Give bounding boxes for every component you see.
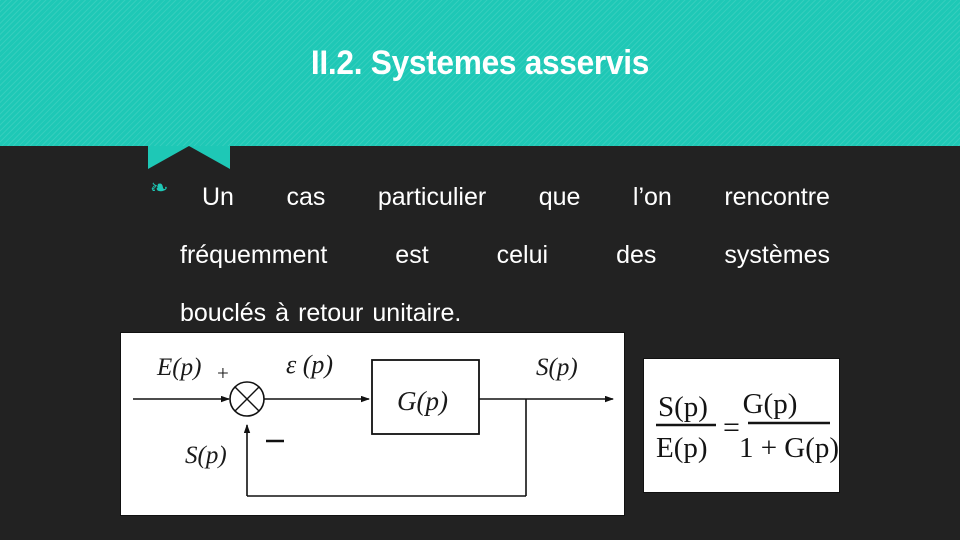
- diagram-feedback-label: S(p): [185, 442, 227, 469]
- formula-rhs-denominator: 1 + G(p): [739, 432, 839, 464]
- word: cas: [286, 183, 326, 211]
- formula-equals-sign: =: [723, 411, 740, 444]
- formula-lhs-denominator: E(p): [656, 432, 708, 464]
- block-diagram-figure: E(p) + ε (p) G(p) S(p) S(p): [120, 332, 625, 516]
- word: l’on: [632, 183, 672, 211]
- word: que: [538, 183, 581, 211]
- transfer-function-formula-figure: S(p) E(p) = G(p) 1 + G(p): [643, 358, 840, 493]
- block-diagram-svg: E(p) + ε (p) G(p) S(p) S(p): [133, 350, 614, 497]
- paragraph-line-1: ❧ Un cas particulier que l’on rencontre: [150, 168, 830, 226]
- word: des: [616, 241, 657, 269]
- word: est: [395, 241, 429, 269]
- word: celui: [496, 241, 549, 269]
- banner-notch-triangle: [148, 146, 230, 169]
- word: particulier: [377, 183, 487, 211]
- diagram-error-label: ε (p): [286, 350, 333, 379]
- diagram-block-label: G(p): [397, 386, 448, 416]
- word: rencontre: [724, 183, 830, 211]
- word: fréquemment: [180, 241, 328, 269]
- page-title: II.2. Systemes asservis: [310, 44, 650, 82]
- paragraph-line-2: fréquemment est celui des systèmes: [150, 226, 830, 284]
- word: Un: [202, 183, 234, 211]
- diagram-output-label: S(p): [536, 354, 578, 381]
- formula-rhs-numerator: G(p): [743, 388, 798, 420]
- diagram-input-label: E(p): [156, 354, 201, 381]
- slide-canvas: II.2. Systemes asservis ❧ Un cas particu…: [0, 0, 960, 540]
- diagram-plus-sign: +: [217, 361, 229, 385]
- body-paragraph: ❧ Un cas particulier que l’on rencontre …: [150, 168, 830, 342]
- word: systèmes: [724, 241, 830, 269]
- formula-svg: S(p) E(p) = G(p) 1 + G(p): [656, 388, 839, 464]
- bullet-ornament-icon: ❧: [150, 175, 169, 200]
- formula-lhs-numerator: S(p): [658, 391, 708, 423]
